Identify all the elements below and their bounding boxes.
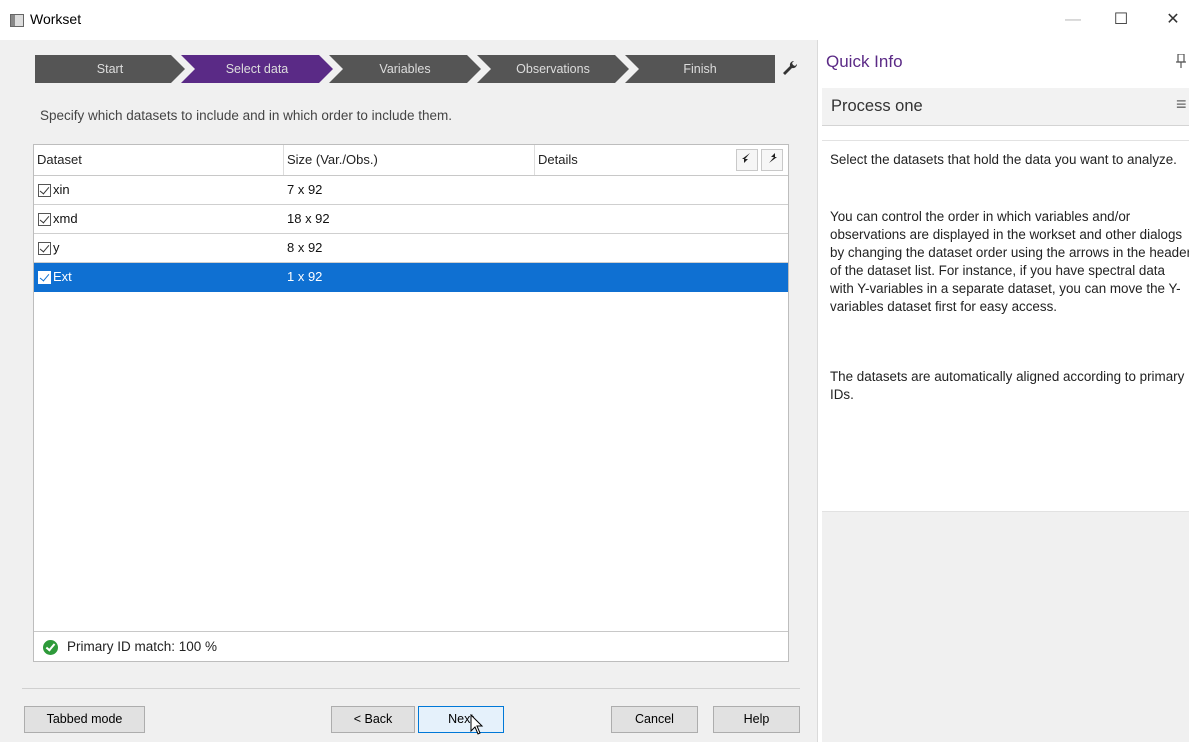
table-status-bar: Primary ID match: 100 %	[34, 631, 788, 661]
step-select-data[interactable]: Select data	[181, 55, 333, 83]
quick-info-header: Process one ≡	[822, 88, 1189, 126]
primary-id-match-text: Primary ID match: 100 %	[67, 639, 218, 654]
check-circle-icon	[43, 640, 58, 655]
app-icon	[10, 14, 24, 27]
table-row-selected[interactable]: Ext 1 x 92	[34, 263, 788, 292]
quick-info-paragraph: You can control the order in which varia…	[830, 209, 1189, 314]
instruction-text: Specify which datasets to include and in…	[40, 108, 452, 123]
step-label: Select data	[225, 62, 289, 76]
step-finish[interactable]: Finish	[625, 55, 775, 83]
include-checkbox[interactable]	[38, 184, 51, 197]
tabbed-mode-button[interactable]: Tabbed mode	[24, 706, 145, 733]
pin-icon[interactable]	[1176, 53, 1186, 71]
help-button[interactable]: Help	[713, 706, 800, 733]
title-bar: Workset — ☐ ✕	[0, 0, 1189, 40]
quick-info-subtitle: Process one	[831, 97, 923, 115]
close-button[interactable]: ✕	[1158, 8, 1188, 32]
table-header: Dataset Size (Var./Obs.) Details	[34, 145, 788, 176]
quick-info-paragraph: Select the datasets that hold the data y…	[830, 152, 1177, 167]
mouse-cursor-icon	[470, 714, 484, 735]
move-down-button[interactable]	[736, 149, 758, 171]
dataset-name: Ext	[53, 269, 72, 284]
move-up-button[interactable]	[761, 149, 783, 171]
include-checkbox[interactable]	[38, 242, 51, 255]
table-row[interactable]: y 8 x 92	[34, 234, 788, 263]
arrow-up-right-icon	[769, 153, 777, 163]
maximize-button[interactable]: ☐	[1106, 8, 1136, 32]
column-header-size[interactable]: Size (Var./Obs.)	[284, 145, 535, 175]
dataset-size: 1 x 92	[287, 269, 323, 284]
include-checkbox[interactable]	[38, 271, 51, 284]
step-label: Finish	[683, 62, 717, 76]
dataset-name: xin	[53, 182, 70, 197]
quick-info-paragraph: The datasets are automatically aligned a…	[830, 369, 1185, 402]
dataset-size: 7 x 92	[287, 182, 323, 197]
dataset-name: xmd	[53, 211, 78, 226]
next-button[interactable]: Next	[418, 706, 504, 733]
dataset-size: 18 x 92	[287, 211, 330, 226]
back-button[interactable]: < Back	[331, 706, 415, 733]
panel-divider	[817, 40, 818, 742]
quick-info-empty-area	[822, 512, 1189, 742]
column-header-dataset[interactable]: Dataset	[34, 145, 284, 175]
dataset-table: Dataset Size (Var./Obs.) Details xin 7 x…	[33, 144, 789, 662]
cancel-button[interactable]: Cancel	[611, 706, 698, 733]
step-observations[interactable]: Observations	[477, 55, 629, 83]
step-start[interactable]: Start	[35, 55, 185, 83]
table-row[interactable]: xin 7 x 92	[34, 176, 788, 205]
step-variables[interactable]: Variables	[329, 55, 481, 83]
table-row[interactable]: xmd 18 x 92	[34, 205, 788, 234]
step-label: Observations	[516, 62, 590, 76]
step-label: Variables	[379, 62, 431, 76]
quick-info-body: Select the datasets that hold the data y…	[822, 140, 1189, 512]
wrench-icon[interactable]	[780, 58, 800, 78]
step-label: Start	[96, 62, 124, 76]
menu-icon[interactable]: ≡	[1176, 94, 1187, 115]
quick-info-title: Quick Info	[826, 52, 903, 71]
dataset-name: y	[53, 240, 60, 255]
window-title: Workset	[30, 11, 82, 27]
include-checkbox[interactable]	[38, 213, 51, 226]
arrow-down-left-icon	[742, 153, 750, 163]
dataset-size: 8 x 92	[287, 240, 323, 255]
separator	[22, 688, 800, 689]
minimize-button[interactable]: —	[1058, 8, 1088, 32]
